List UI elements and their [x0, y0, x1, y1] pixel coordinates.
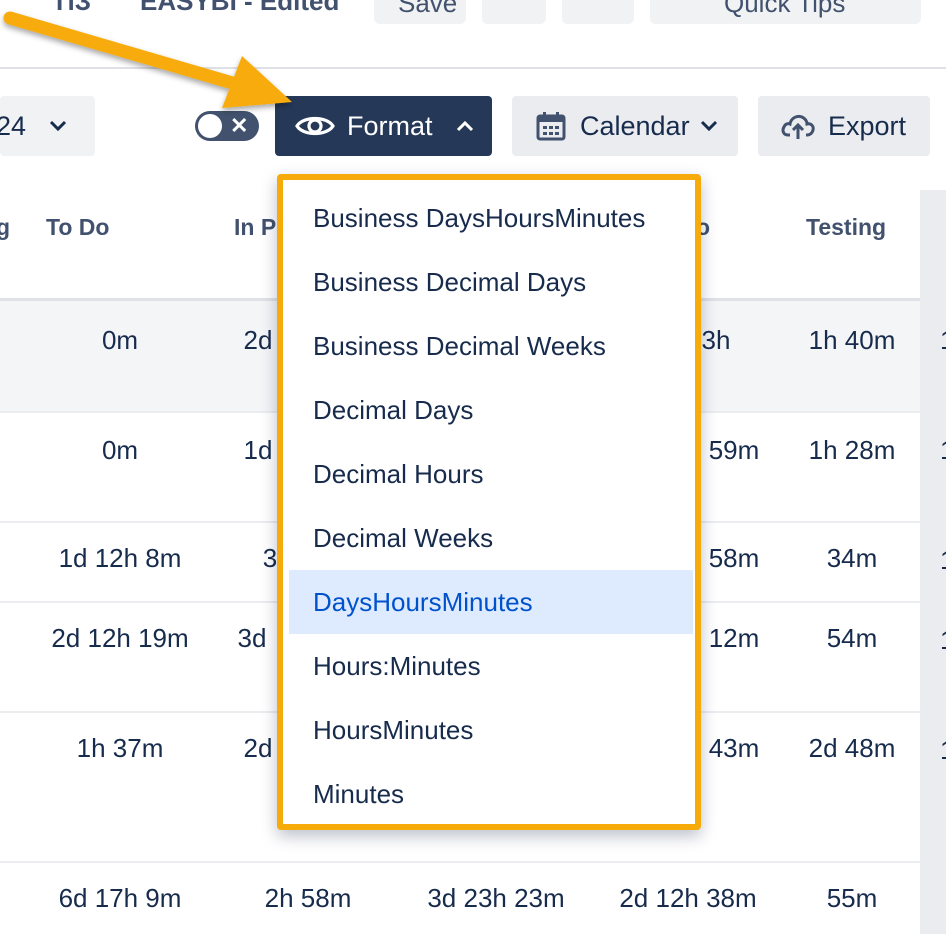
- table-cell: 43m: [708, 733, 760, 763]
- table-cell: 59m: [708, 435, 760, 465]
- table-cell: 3d 23h 23m: [427, 883, 565, 913]
- format-option-business-decimal-days[interactable]: Business Decimal Days: [289, 250, 693, 314]
- table-cell: 1: [940, 545, 946, 576]
- column-header[interactable]: g: [0, 214, 10, 241]
- cloud-upload-icon: [781, 114, 815, 139]
- export-button-label: Export: [828, 110, 907, 141]
- table-cell: 3h: [701, 325, 731, 355]
- table-cell: 12m: [708, 623, 760, 653]
- format-option-decimal-days[interactable]: Decimal Days: [289, 378, 693, 442]
- cell-to-do: 0m: [101, 435, 139, 465]
- share-button[interactable]: [562, 0, 634, 24]
- cell-to-do: 2d 12h 19m: [51, 623, 189, 653]
- cell-in-progress: 3: [262, 543, 278, 573]
- format-option-decimal-weeks[interactable]: Decimal Weeks: [289, 506, 693, 570]
- calendar-icon: [536, 112, 566, 141]
- quick-tips-label: Quick Tips: [724, 0, 846, 18]
- format-option-dayshoursminutes[interactable]: DaysHoursMinutes: [289, 570, 693, 634]
- share-icon: [582, 0, 616, 8]
- cell-testing: 34m: [826, 543, 878, 573]
- cell-testing: 2d 48m: [808, 733, 896, 763]
- cell-in-progress: 2h 58m: [264, 883, 352, 913]
- cell-in-progress: 2d: [243, 325, 273, 355]
- format-option-hoursminutes[interactable]: HoursMinutes: [289, 698, 693, 762]
- quick-tips-button[interactable]: Quick Tips: [650, 0, 921, 24]
- column-header-to-do[interactable]: To Do: [46, 214, 109, 241]
- cell-to-do: 0m: [101, 325, 139, 355]
- cell-in-progress: 2d: [243, 733, 273, 763]
- format-option-decimal-hours[interactable]: Decimal Hours: [289, 442, 693, 506]
- calendar-button[interactable]: Calendar: [512, 96, 738, 156]
- table-cell: 1: [940, 735, 946, 766]
- table-row: 6d 17h 9m 2h 58m 3d 23h 23m 2d 12h 38m 5…: [0, 863, 920, 943]
- chevron-up-icon: [456, 120, 473, 132]
- cell-testing: 1h 40m: [808, 325, 896, 355]
- format-option-business-decimal-weeks[interactable]: Business Decimal Weeks: [289, 314, 693, 378]
- cell-to-do: 1h 37m: [76, 733, 164, 763]
- cell-in-progress: 1d: [243, 435, 273, 465]
- format-option-hours-minutes[interactable]: Hours:Minutes: [289, 634, 693, 698]
- column-header-testing[interactable]: Testing: [806, 214, 886, 241]
- format-button-label: Format: [347, 110, 433, 141]
- cell-to-do: 1d 12h 8m: [58, 543, 182, 573]
- table-cell: 2d 12h 38m: [619, 883, 757, 913]
- cell-in-progress: 3d: [237, 623, 267, 653]
- calendar-button-label: Calendar: [580, 110, 690, 141]
- format-dropdown-menu: Business DaysHoursMinutes Business Decim…: [277, 174, 701, 830]
- cell-testing: 55m: [826, 883, 878, 913]
- cell-testing: 54m: [826, 623, 878, 653]
- chevron-down-icon: [700, 120, 717, 132]
- save-button[interactable]: Save: [374, 0, 466, 24]
- table-cell: 1: [940, 435, 946, 466]
- cell-to-do: 6d 17h 9m: [58, 883, 182, 913]
- save-button-label: Save: [398, 0, 458, 18]
- cell-testing: 1h 28m: [808, 435, 896, 465]
- column-header-in-progress[interactable]: In P: [234, 214, 276, 241]
- format-option-business-dayshoursminutes[interactable]: Business DaysHoursMinutes: [289, 186, 693, 250]
- table-cell: 1: [940, 325, 946, 356]
- export-button[interactable]: Export: [758, 96, 930, 156]
- format-option-minutes[interactable]: Minutes: [289, 762, 693, 824]
- table-cell: 58m: [708, 543, 760, 573]
- table-cell: 1: [940, 625, 946, 656]
- more-button[interactable]: [482, 0, 546, 24]
- annotation-arrow: [3, 11, 292, 108]
